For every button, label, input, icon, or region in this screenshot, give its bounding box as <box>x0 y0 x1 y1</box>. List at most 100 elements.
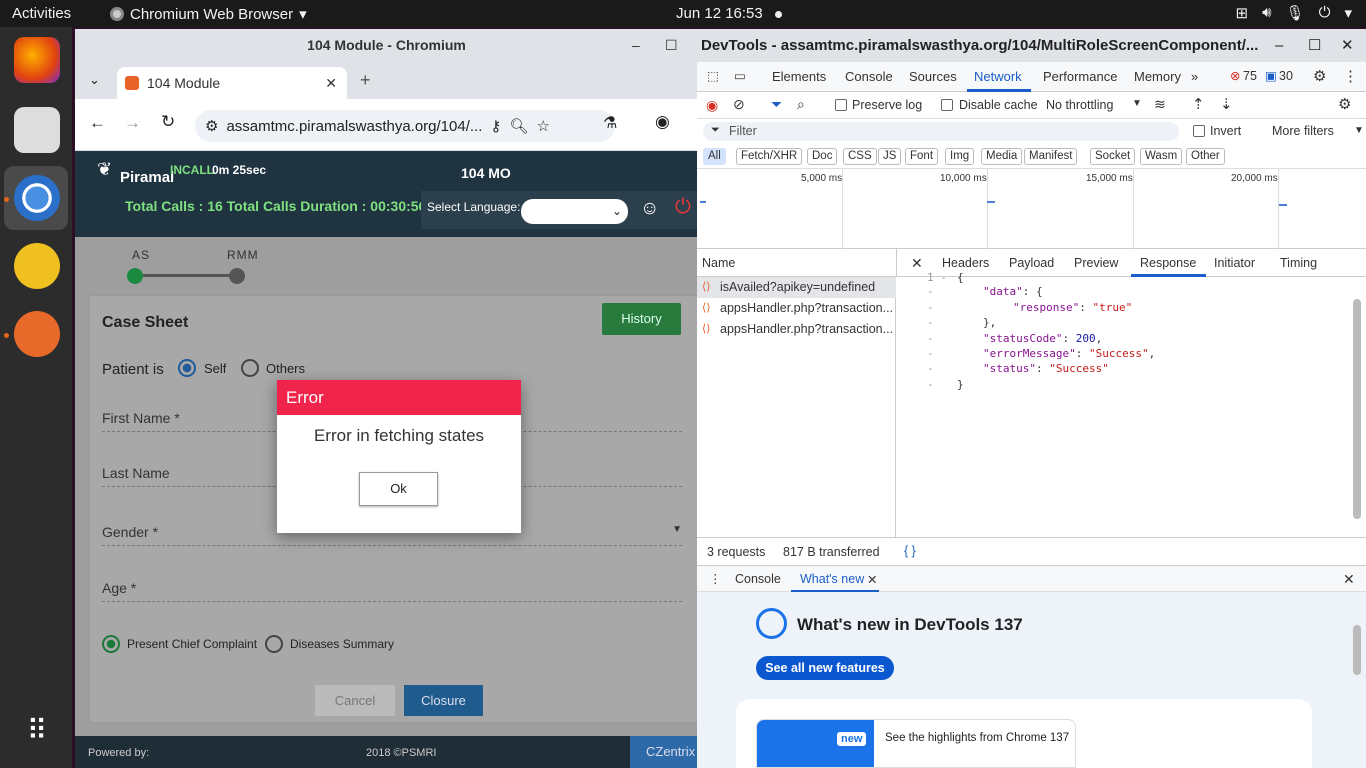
close-icon[interactable]: ✕ <box>1343 571 1355 588</box>
whats-new-scrollbar[interactable] <box>1353 625 1361 675</box>
reload-icon[interactable]: ↻ <box>161 112 175 132</box>
tab-console[interactable]: Console <box>845 69 893 84</box>
close-icon[interactable]: ✕ <box>911 255 923 272</box>
screenshot-app-icon[interactable] <box>14 311 60 357</box>
tab-response[interactable]: Response <box>1140 256 1196 270</box>
throttling-select[interactable]: No throttling <box>1046 98 1113 112</box>
back-icon[interactable]: ← <box>89 113 106 133</box>
filter-css[interactable]: CSS <box>843 148 877 165</box>
chromium-icon[interactable] <box>14 175 60 221</box>
key-icon[interactable]: ⚷ <box>490 117 501 135</box>
star-icon[interactable]: ☆ <box>536 117 549 135</box>
message-count[interactable]: 30 <box>1279 69 1293 83</box>
scrollbar-thumb[interactable] <box>1353 299 1361 519</box>
upload-icon[interactable]: ⇡ <box>1192 95 1205 113</box>
radio-diseases-summary[interactable] <box>265 635 283 653</box>
error-count[interactable]: 75 <box>1243 69 1257 83</box>
tab-sources[interactable]: Sources <box>909 69 957 84</box>
tab-timing[interactable]: Timing <box>1280 256 1317 270</box>
forward-icon[interactable]: → <box>124 113 141 133</box>
tab-preview[interactable]: Preview <box>1074 256 1118 270</box>
filter-wasm[interactable]: Wasm <box>1140 148 1183 165</box>
filter-media[interactable]: Media <box>981 148 1023 165</box>
closure-button[interactable]: Closure <box>404 685 483 716</box>
site-info-icon[interactable]: ⚙ <box>205 117 218 135</box>
maximize-icon[interactable]: ☐ <box>665 29 678 62</box>
age-field[interactable]: Age * <box>102 580 682 602</box>
request-row[interactable]: ⟨⟩ isAvailed?apikey=undefined <box>697 277 896 298</box>
request-row[interactable]: ⟨⟩ appsHandler.php?transaction... <box>697 298 896 319</box>
drawer-menu-icon[interactable]: ⋮ <box>709 571 722 586</box>
profile-icon[interactable]: ◉ <box>655 112 670 132</box>
see-all-features-button[interactable]: See all new features <box>756 656 894 680</box>
tab-headers[interactable]: Headers <box>942 256 989 270</box>
network-timeline[interactable]: 5,000 ms 10,000 ms 15,000 ms 20,000 ms <box>697 169 1366 249</box>
bee-app-icon[interactable] <box>14 243 60 289</box>
radio-others[interactable] <box>241 359 259 377</box>
cancel-button[interactable]: Cancel <box>315 685 395 716</box>
filter-img[interactable]: Img <box>945 148 975 165</box>
radio-self[interactable] <box>178 359 196 377</box>
tab-performance[interactable]: Performance <box>1043 69 1117 84</box>
close-icon[interactable]: ✕ <box>325 75 337 92</box>
settings-icon[interactable]: ⚙ <box>1313 67 1326 85</box>
response-viewer[interactable]: 1 - { - "data": { - "response": "true" -… <box>897 271 1352 537</box>
filter-input[interactable]: ⏷ Filter <box>703 122 1179 141</box>
name-column-header[interactable]: Name <box>702 256 735 270</box>
response-scrollbar[interactable] <box>1353 281 1361 531</box>
tab-elements[interactable]: Elements <box>772 69 826 84</box>
minimize-icon[interactable]: – <box>632 29 640 62</box>
request-row[interactable]: ⟨⟩ appsHandler.php?transaction... <box>697 319 896 340</box>
language-select[interactable]: ⌄ <box>521 199 628 224</box>
activities-button[interactable]: Activities <box>12 5 71 22</box>
power-icon[interactable]: ⏻ <box>675 196 691 219</box>
zoom-icon[interactable]: 🔍︎ <box>509 117 528 135</box>
tab-104-module[interactable]: 104 Module ✕ <box>117 67 347 99</box>
filter-font[interactable]: Font <box>905 148 939 165</box>
network-settings-icon[interactable]: ⚙ <box>1338 95 1351 113</box>
tab-network[interactable]: Network <box>974 69 1022 84</box>
device-toggle-icon[interactable]: ▭ <box>734 68 746 83</box>
tab-memory[interactable]: Memory <box>1134 69 1181 84</box>
kebab-menu-icon[interactable]: ⋮ <box>1343 67 1358 85</box>
filter-socket[interactable]: Socket <box>1090 148 1136 165</box>
close-icon[interactable]: ✕ <box>1341 29 1354 62</box>
step-rmm-dot[interactable] <box>229 268 245 284</box>
inspect-icon[interactable]: ⬚ <box>707 68 719 83</box>
history-button[interactable]: History <box>602 303 681 335</box>
more-filters-button[interactable]: More filters <box>1272 124 1334 138</box>
filter-doc[interactable]: Doc <box>807 148 838 165</box>
drawer-tab-whats-new[interactable]: What's new <box>800 572 864 586</box>
download-icon[interactable]: ⇣ <box>1220 95 1233 113</box>
system-tray[interactable]: ⊞ 🔊︎ 🎙︎ ⏻ ▾ <box>1236 4 1352 22</box>
search-icon[interactable]: ⌕ <box>797 96 805 113</box>
filter-icon[interactable]: ⏷ <box>771 96 782 113</box>
pretty-print-icon[interactable]: { } <box>904 544 916 558</box>
clear-icon[interactable]: ⊘ <box>733 96 745 113</box>
step-as-dot[interactable] <box>127 268 143 284</box>
minimize-icon[interactable]: – <box>1275 29 1283 62</box>
disable-cache-checkbox[interactable] <box>941 99 953 111</box>
drawer-tab-console[interactable]: Console <box>735 572 781 586</box>
maximize-icon[interactable]: ☐ <box>1308 29 1321 62</box>
tab-list-icon[interactable]: ⌄ <box>89 72 100 88</box>
filter-manifest[interactable]: Manifest <box>1024 148 1078 165</box>
tab-payload[interactable]: Payload <box>1009 256 1054 270</box>
firefox-icon[interactable] <box>14 37 60 83</box>
files-icon[interactable] <box>14 107 60 153</box>
highlights-card[interactable]: new See the highlights from Chrome 137 <box>756 719 1076 768</box>
invert-checkbox[interactable] <box>1193 125 1205 137</box>
ok-button[interactable]: Ok <box>359 472 438 506</box>
filter-js[interactable]: JS <box>878 148 902 165</box>
labs-icon[interactable]: ⚗ <box>603 113 617 133</box>
filter-all[interactable]: All <box>703 148 726 165</box>
address-bar[interactable]: ⚙ assamtmc.piramalswasthya.org/104/... ⚷… <box>195 110 615 142</box>
network-conditions-icon[interactable]: ≋ <box>1154 96 1166 113</box>
record-icon[interactable]: ◉ <box>706 97 718 114</box>
user-icon[interactable]: ☺ <box>640 198 659 220</box>
new-tab-icon[interactable]: + <box>360 70 371 91</box>
close-icon[interactable]: ✕ <box>867 572 877 587</box>
app-grid-icon[interactable]: ⠿ <box>14 707 60 753</box>
radio-present-complaint[interactable] <box>102 635 120 653</box>
filter-fetch-xhr[interactable]: Fetch/XHR <box>736 148 803 165</box>
